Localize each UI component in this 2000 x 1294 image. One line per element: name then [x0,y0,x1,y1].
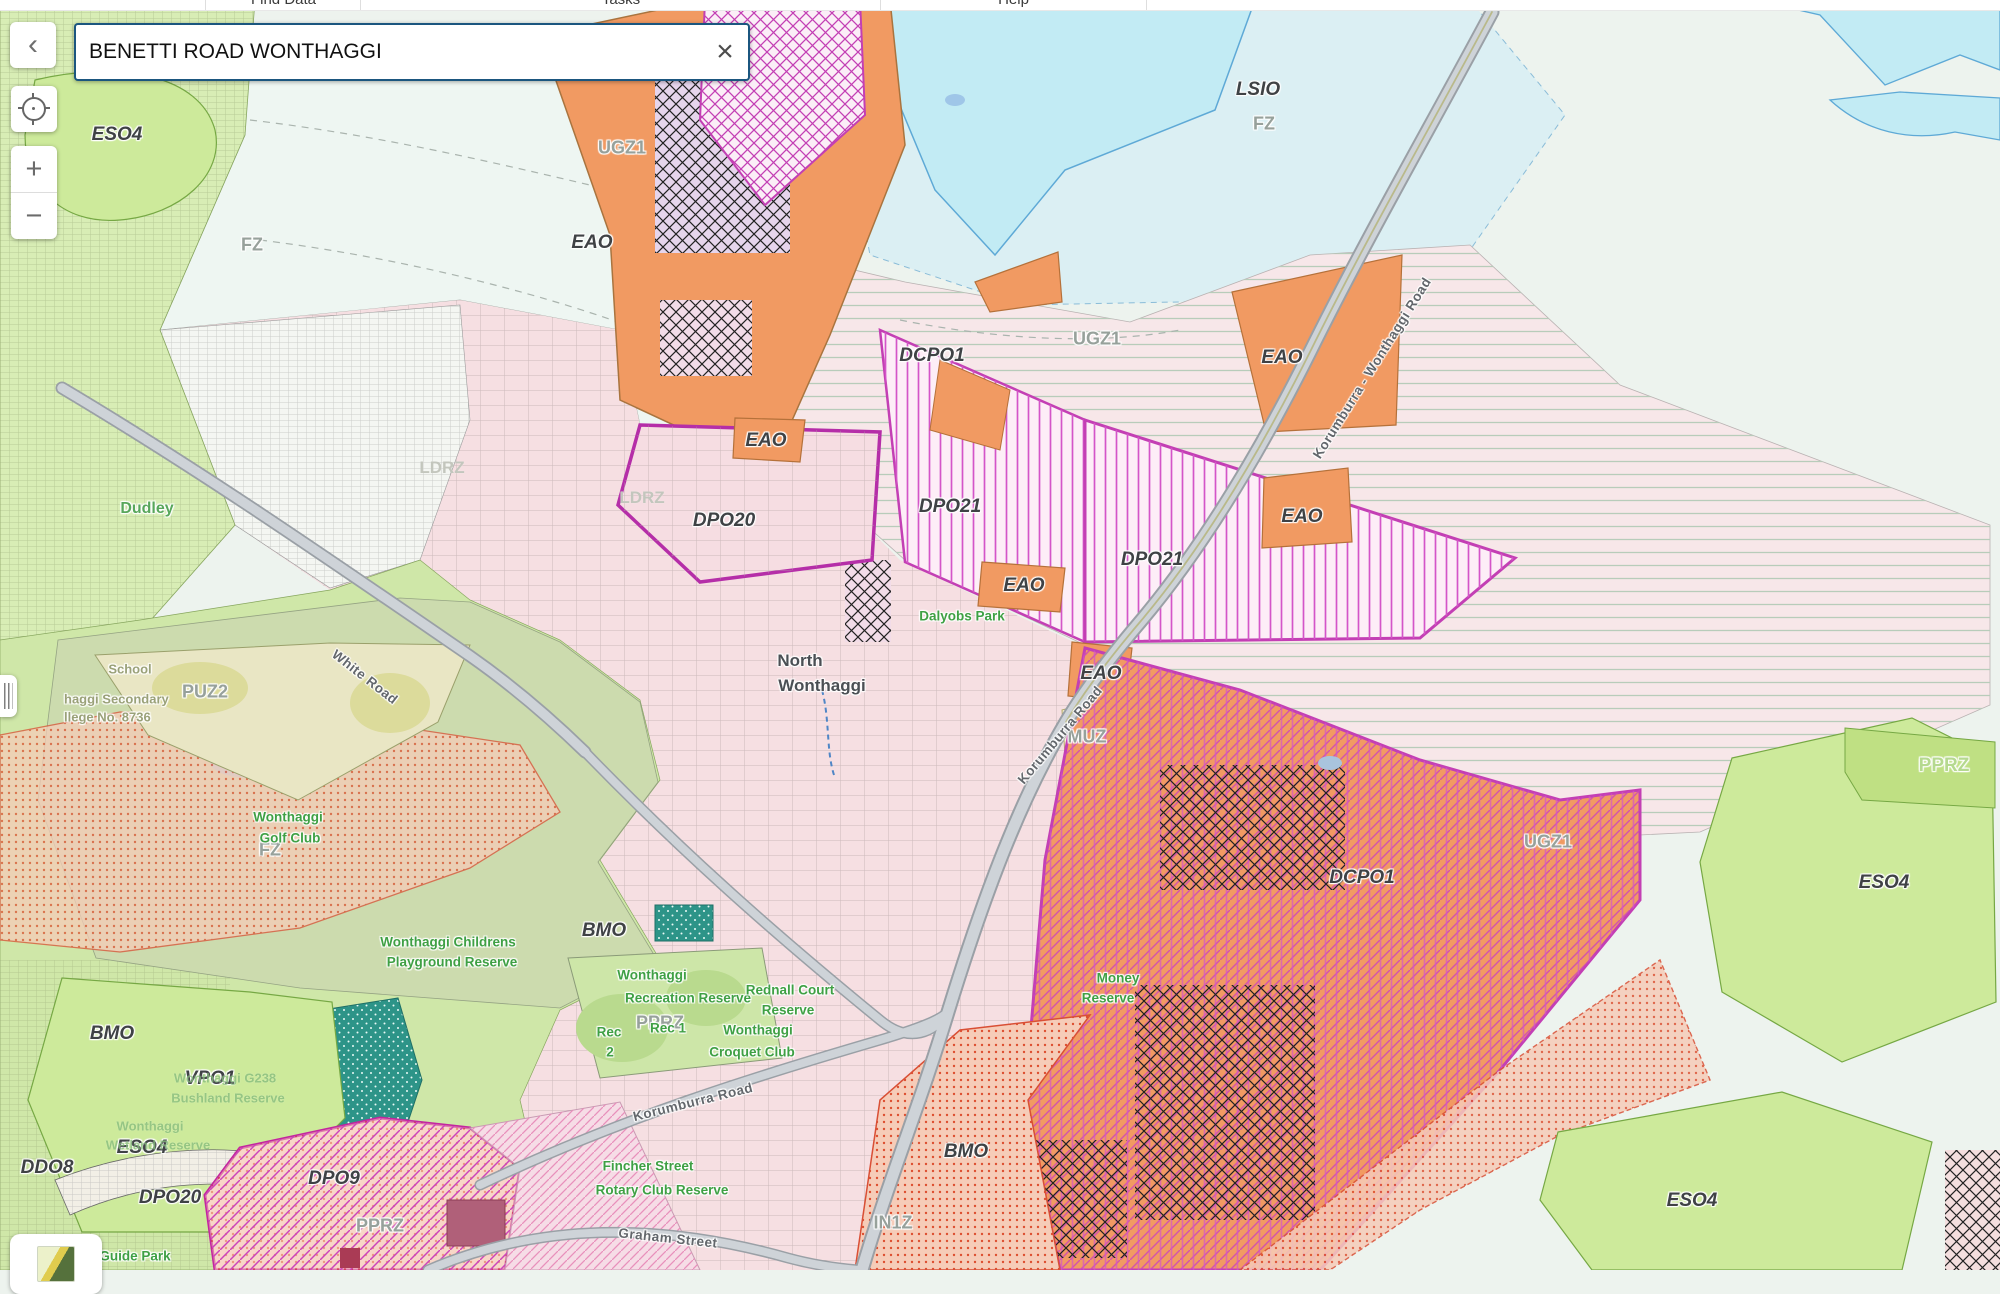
map-viewer: ESO4FZEAOUGZ1LSIOFZDCPO1UGZ1EAOEAODPO21D… [0,0,2000,1270]
tab-help[interactable]: Help [880,0,1147,10]
zoom-controls: + − [11,146,57,239]
tab-find-data[interactable]: Find Data [205,0,362,10]
map-canvas[interactable] [0,0,2000,1270]
clear-search-button[interactable]: × [702,25,748,79]
top-toolbar: Find Data Tasks Help [0,0,2000,11]
panel-drawer-handle[interactable] [0,675,17,717]
search-input[interactable]: BENETTI ROAD WONTHAGGI [76,40,702,64]
zoom-in-button[interactable]: + [11,146,57,193]
locate-icon [22,97,46,121]
close-icon: × [716,35,734,68]
basemap-thumbnail-icon [37,1246,75,1282]
locate-button[interactable] [11,86,57,132]
search-box[interactable]: BENETTI ROAD WONTHAGGI × [74,23,750,81]
zoom-out-button[interactable]: − [11,193,57,239]
basemap-toggle[interactable] [10,1234,102,1294]
back-icon: ‹ [28,28,38,62]
grip-lines-icon [4,683,13,709]
tab-tasks[interactable]: Tasks [360,0,882,10]
back-button[interactable]: ‹ [10,22,56,68]
